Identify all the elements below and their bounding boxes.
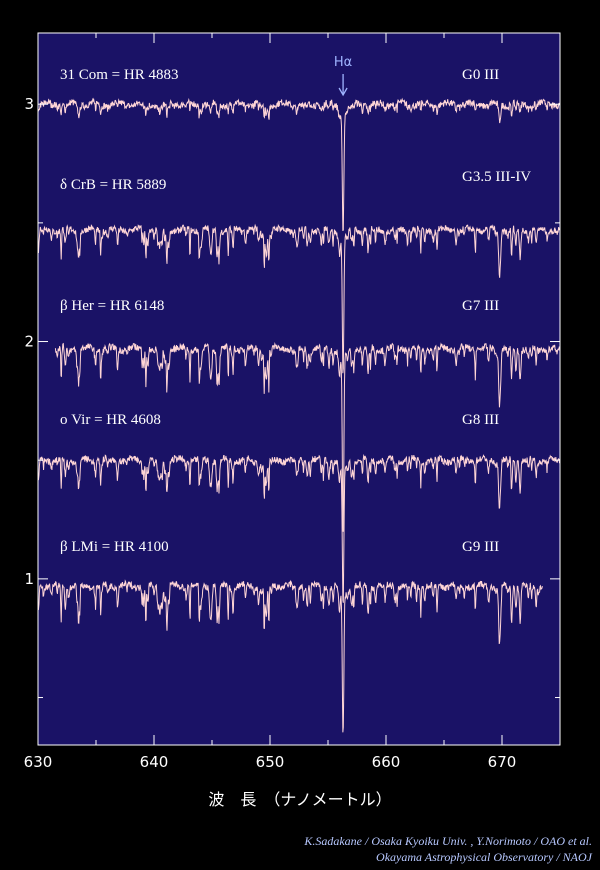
x-axis-label: 波 長 （ナノメートル） xyxy=(208,790,391,809)
credit-line-2: Okayama Astrophysical Observatory / NAOJ xyxy=(376,850,592,864)
x-tick-label: 660 xyxy=(372,753,401,771)
x-tick-label: 670 xyxy=(488,753,517,771)
plot-area xyxy=(38,33,560,745)
spectral-type-label: G7 III xyxy=(462,298,499,314)
series-label: β LMi = HR 4100 xyxy=(60,539,169,555)
x-tick-label: 650 xyxy=(256,753,285,771)
series-label: ο Vir = HR 4608 xyxy=(60,412,161,428)
spectra-chart: 630 640 650 660 670 1 2 3 31 Com = HR 4883 G0 II… xyxy=(24,32,561,809)
series-label: δ CrB = HR 5889 xyxy=(60,177,166,193)
spectral-type-label: G9 III xyxy=(462,539,499,555)
y-tick-label: 1 xyxy=(24,570,34,588)
y-tick-label: 2 xyxy=(24,333,34,351)
x-tick-label: 630 xyxy=(24,753,53,771)
spectral-type-label: G0 III xyxy=(462,67,499,83)
spectral-type-label: G8 III xyxy=(462,412,499,428)
credit-line-1: K.Sadakane / Osaka Kyoiku Univ. , Y.Nori… xyxy=(304,834,592,848)
x-tick-label: 640 xyxy=(140,753,169,771)
series-label: 31 Com = HR 4883 xyxy=(60,67,178,83)
halpha-annotation: Hα xyxy=(334,55,352,70)
y-tick-label: 3 xyxy=(24,95,34,113)
series-label: β Her = HR 6148 xyxy=(60,298,164,314)
spectral-type-label: G3.5 III-IV xyxy=(462,169,531,185)
